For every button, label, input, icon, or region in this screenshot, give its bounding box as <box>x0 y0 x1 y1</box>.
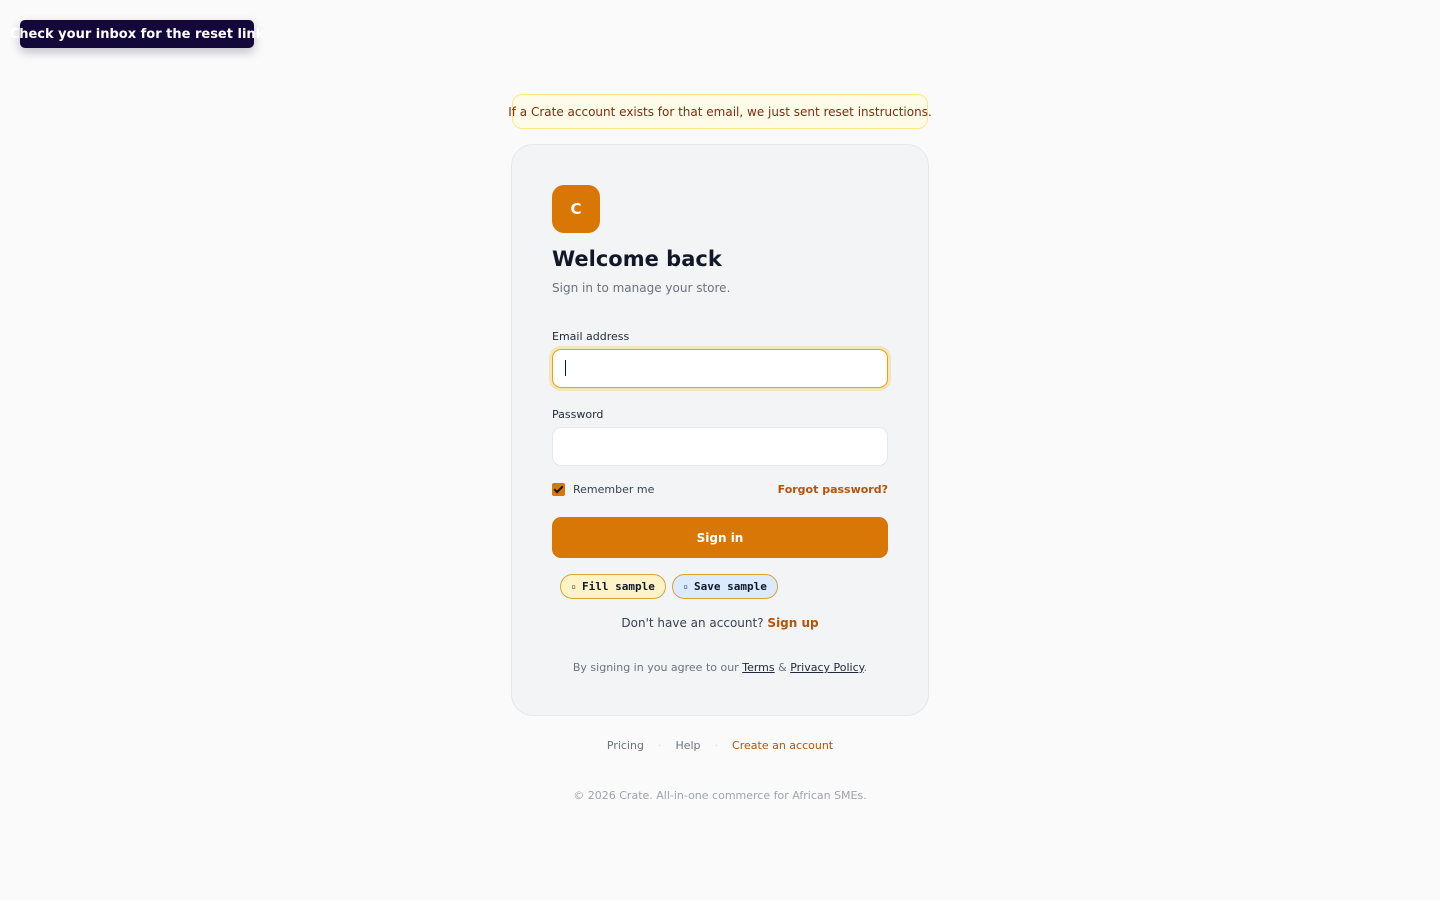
legal-prefix: By signing in you agree to our <box>572 661 739 674</box>
legal-amp: & <box>778 661 787 674</box>
privacy-policy-link[interactable]: Privacy Policy <box>790 661 863 674</box>
legal-suffix: . <box>863 661 868 674</box>
footer-separator: · <box>714 739 719 752</box>
signup-link[interactable]: Sign up <box>767 616 818 630</box>
remember-me-checkbox[interactable] <box>552 483 565 496</box>
footer-link-help[interactable]: Help <box>675 739 700 752</box>
password-field[interactable] <box>552 427 888 466</box>
page-subtitle: Sign in to manage your store. <box>552 281 731 295</box>
footer-nav: Pricing · Help · Create an account <box>512 739 928 752</box>
reset-notice-banner: If a Crate account exists for that email… <box>508 94 932 129</box>
signup-prompt: Don't have an account? Sign up <box>512 616 928 630</box>
signin-card: C Welcome back Sign in to manage your st… <box>511 144 929 716</box>
remember-me-toggle[interactable]: Remember me <box>552 483 654 496</box>
terms-link[interactable]: Terms <box>742 661 774 674</box>
email-field-wrap <box>512 349 928 389</box>
footer-separator: · <box>657 739 662 752</box>
text-caret <box>565 360 566 376</box>
square-icon: ▫ <box>571 582 576 591</box>
forgot-password-link[interactable]: Forgot password? <box>778 483 888 496</box>
legal-notice: By signing in you agree to our Terms & P… <box>512 661 928 674</box>
remember-me-label: Remember me <box>573 483 655 496</box>
signup-prompt-text: Don't have an account? <box>621 616 764 630</box>
square-icon: ▫ <box>683 582 688 591</box>
footer-link-pricing[interactable]: Pricing <box>607 739 644 752</box>
fill-sample-label: Fill sample <box>581 580 655 593</box>
page-title: Welcome back <box>552 247 722 271</box>
email-field[interactable] <box>552 349 888 388</box>
save-sample-label: Save sample <box>693 580 767 593</box>
footer-copyright: © 2026 Crate. All-in-one commerce for Af… <box>573 789 867 802</box>
password-label: Password <box>552 408 604 421</box>
email-label: Email address <box>552 330 630 343</box>
save-sample-button[interactable]: ▫ Save sample <box>672 574 778 599</box>
reset-toast: Check your inbox for the reset link <box>10 20 264 48</box>
fill-sample-button[interactable]: ▫ Fill sample <box>560 574 666 599</box>
footer-link-create-account[interactable]: Create an account <box>732 739 833 752</box>
crate-logo: C <box>552 185 600 233</box>
signin-button[interactable]: Sign in <box>552 517 888 558</box>
